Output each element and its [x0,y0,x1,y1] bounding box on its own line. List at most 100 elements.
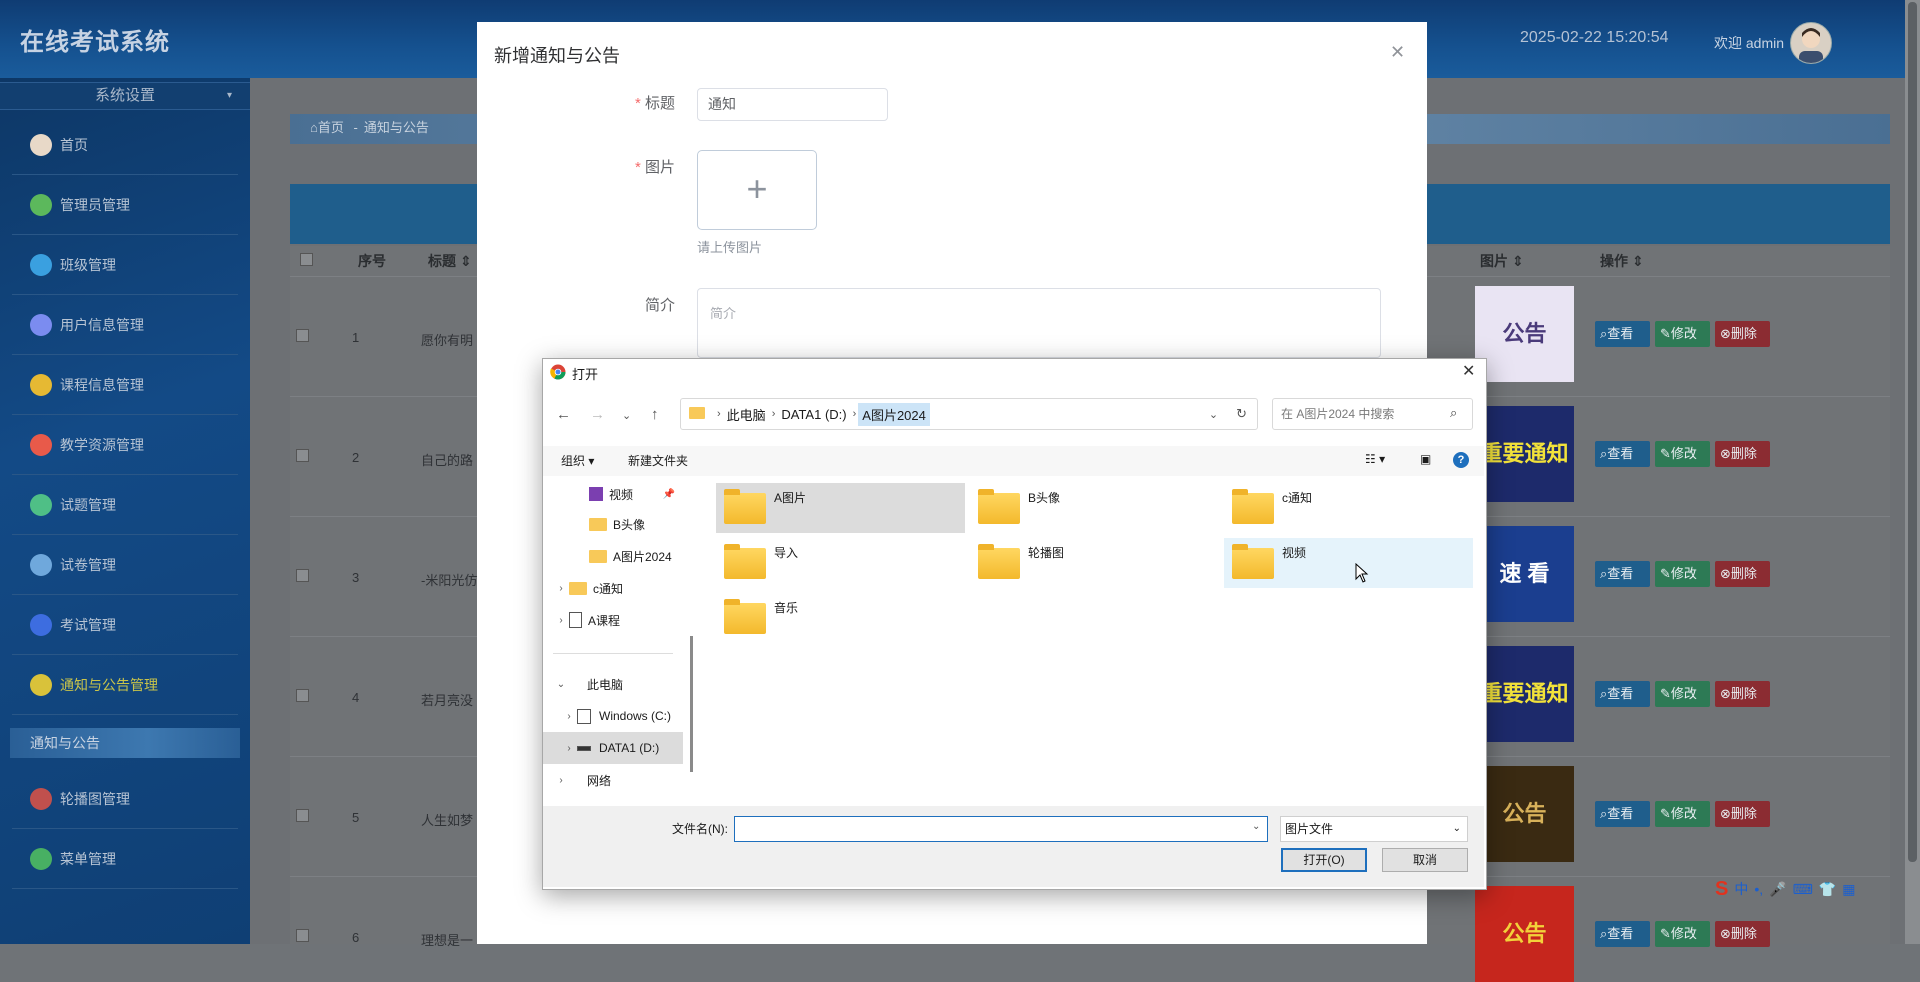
file-item[interactable]: 导入 [716,538,965,588]
chevron-right-icon[interactable]: › [561,743,577,754]
row-image[interactable]: 公告 [1475,766,1574,862]
select-all-checkbox[interactable] [300,246,313,276]
row-checkbox[interactable] [296,329,309,342]
image-uploader[interactable]: + [697,150,817,230]
search-input[interactable]: 在 A图片2024 中搜索 [1272,398,1473,430]
recent-chevron-icon[interactable]: ⌄ [622,409,631,422]
tree-item[interactable]: › Windows (C:) [543,700,683,732]
row-checkbox[interactable] [296,689,309,702]
sidebar-item-11[interactable]: 菜单管理 [12,830,238,889]
edit-button[interactable]: ✎修改 [1655,441,1710,467]
edit-button[interactable]: ✎修改 [1655,321,1710,347]
row-image[interactable]: 重要通知 [1475,406,1574,502]
crumb-pc[interactable]: 此电脑 [723,403,770,426]
sidebar-item-4[interactable]: 课程信息管理 [12,356,238,415]
row-checkbox[interactable] [296,929,309,942]
delete-button[interactable]: ⊗删除 [1715,561,1770,587]
sidebar-item-7[interactable]: 试卷管理 [12,536,238,595]
crumb-current[interactable]: A图片2024 [858,402,930,426]
sidebar-item-10[interactable]: 轮播图管理 [12,770,238,829]
search-icon[interactable]: ⌕ [1450,405,1457,421]
row-checkbox[interactable] [296,809,309,822]
row-image[interactable]: 速 看 [1475,526,1574,622]
address-bar[interactable]: › 此电脑 › DATA1 (D:) › A图片2024 ⌄ ↻ [680,398,1258,430]
delete-button[interactable]: ⊗删除 [1715,441,1770,467]
preview-pane-icon[interactable]: ▣ [1420,452,1431,466]
view-button[interactable]: ⌕查看 [1595,441,1650,467]
file-item[interactable]: 音乐 [716,593,965,643]
view-options-icon[interactable]: ☷ ▾ [1365,452,1385,466]
sidebar-item-3[interactable]: 用户信息管理 [12,296,238,355]
sidebar-item-5[interactable]: 教学资源管理 [12,416,238,475]
chevron-right-icon[interactable]: › [553,615,569,626]
view-button[interactable]: ⌕查看 [1595,801,1650,827]
ime-toolbar[interactable]: S 中 •, 🎤 ⌨ 👕 ▦ [1715,874,1880,904]
sidebar-item-1[interactable]: 管理员管理 [12,176,238,235]
page-scrollbar[interactable] [1905,0,1920,944]
new-folder-button[interactable]: 新建文件夹 [628,452,688,469]
file-item[interactable]: A图片 [716,483,965,533]
tree-item[interactable]: ⌄ 此电脑 [543,668,683,700]
tree-scrollbar[interactable] [690,636,693,772]
help-icon[interactable]: ? [1453,452,1469,468]
file-item[interactable]: 轮播图 [970,538,1219,588]
tree-item[interactable]: › DATA1 (D:) [543,732,683,764]
view-button[interactable]: ⌕查看 [1595,561,1650,587]
delete-button[interactable]: ⊗删除 [1715,801,1770,827]
tree-item[interactable]: › A课程 [543,604,683,636]
edit-button[interactable]: ✎修改 [1655,681,1710,707]
col-actions[interactable]: 操作 ⇕ [1600,246,1644,276]
chevron-right-icon[interactable]: › [553,583,569,594]
col-title[interactable]: 标题 ⇕ [428,246,472,276]
tree-item[interactable]: › 网络 [543,764,683,796]
delete-button[interactable]: ⊗删除 [1715,921,1770,947]
dialog-close-icon[interactable]: ✕ [1462,361,1475,381]
row-image[interactable]: 重要通知 [1475,646,1574,742]
row-image[interactable]: 公告 [1475,886,1574,982]
sidebar-subitem-notice[interactable]: 通知与公告 [10,728,240,758]
tree-item[interactable]: › c通知 [543,572,683,604]
sidebar-header[interactable]: 系统设置 ▾ [0,82,250,110]
organize-menu[interactable]: 组织 ▾ [561,452,594,469]
tree-item[interactable]: B头像 [543,508,683,540]
tree-item[interactable]: A图片2024 [543,540,683,572]
back-arrow-icon[interactable]: ← [556,406,571,423]
view-button[interactable]: ⌕查看 [1595,921,1650,947]
sidebar-item-6[interactable]: 试题管理 [12,476,238,535]
edit-button[interactable]: ✎修改 [1655,921,1710,947]
sidebar-item-8[interactable]: 考试管理 [12,596,238,655]
breadcrumb-home[interactable]: 首页 [318,120,344,135]
chevron-down-icon[interactable]: ⌄ [553,679,569,690]
view-button[interactable]: ⌕查看 [1595,321,1650,347]
open-button[interactable]: 打开(O) [1281,848,1367,872]
cancel-button[interactable]: 取消 [1382,848,1468,872]
tree-item[interactable]: 视频 📌 [543,478,683,510]
summary-textarea[interactable]: 简介 [697,288,1381,358]
chevron-right-icon[interactable]: › [561,711,577,722]
chevron-right-icon[interactable]: › [553,775,569,786]
row-checkbox[interactable] [296,569,309,582]
forward-arrow-icon[interactable]: → [590,406,605,423]
crumb-drive[interactable]: DATA1 (D:) [777,405,850,424]
view-button[interactable]: ⌕查看 [1595,681,1650,707]
filetype-select[interactable]: 图片文件 ⌄ [1280,816,1468,842]
sidebar-item-2[interactable]: 班级管理 [12,236,238,295]
up-arrow-icon[interactable]: ↑ [651,406,659,423]
close-icon[interactable]: ✕ [1390,42,1405,63]
row-checkbox[interactable] [296,449,309,462]
delete-button[interactable]: ⊗删除 [1715,681,1770,707]
avatar[interactable] [1790,22,1832,64]
filename-dropdown-icon[interactable]: ⌄ [1252,821,1260,832]
file-item[interactable]: c通知 [1224,483,1473,533]
edit-button[interactable]: ✎修改 [1655,801,1710,827]
filename-input[interactable] [734,816,1268,842]
col-image[interactable]: 图片 ⇕ [1480,246,1524,276]
file-item[interactable]: B头像 [970,483,1219,533]
sidebar-item-0[interactable]: 首页 [12,116,238,175]
file-item[interactable]: 视频 [1224,538,1473,588]
sidebar-item-9[interactable]: 通知与公告管理 [12,656,238,715]
row-image[interactable]: 公告 [1475,286,1574,382]
title-input[interactable]: 通知 [697,88,888,121]
delete-button[interactable]: ⊗删除 [1715,321,1770,347]
edit-button[interactable]: ✎修改 [1655,561,1710,587]
